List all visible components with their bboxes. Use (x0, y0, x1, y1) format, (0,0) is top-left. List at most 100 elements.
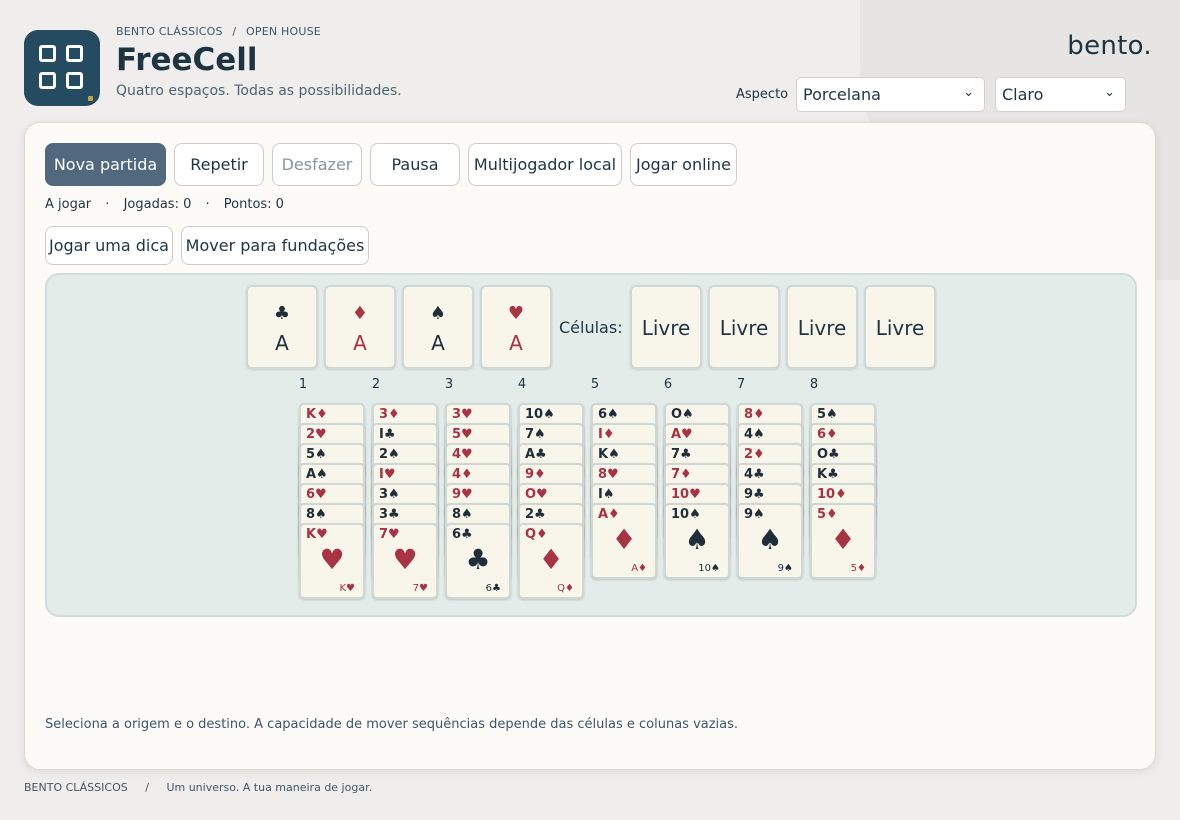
footer-brand: BENTO CLÁSSICOS (24, 781, 128, 794)
breadcrumb-item[interactable]: BENTO CLÁSSICOS (116, 25, 223, 38)
card-label: 9♦ (525, 467, 546, 482)
footer-separator: / (145, 781, 149, 794)
card-top[interactable]: A♦ ♦ A♦ (591, 503, 657, 579)
card-label: 7♣ (671, 447, 692, 462)
card-top[interactable]: 5♦ ♦ 5♦ (810, 503, 876, 579)
card-top[interactable]: Q♦ ♦ Q♦ (518, 523, 584, 599)
card-label: 6♦ (817, 427, 838, 442)
foundation-rank: A (431, 331, 445, 355)
status-separator: · (105, 197, 110, 212)
card-label: I♥ (379, 467, 396, 482)
card-label: A♥ (671, 427, 693, 442)
footer-tagline: Um universo. A tua maneira de jogar. (166, 781, 373, 794)
repeat-button[interactable]: Repetir (174, 143, 264, 186)
status-separator: · (205, 197, 210, 212)
card-label: 3♠ (379, 487, 400, 502)
foundation-slot[interactable]: ♦ A (324, 285, 396, 369)
free-cell-label: Livre (641, 316, 691, 340)
card-label: 9♠ (744, 507, 765, 522)
column-number: 4 (517, 377, 527, 392)
card-label: 8♦ (744, 407, 765, 422)
card-label: 10♠ (525, 407, 555, 422)
card-top[interactable]: 10♠ ♠ 10♠ (664, 503, 730, 579)
foundation-slot[interactable]: ♣ A (246, 285, 318, 369)
card-suit-icon: ♦ (611, 523, 637, 556)
page-subtitle: Quatro espaços. Todas as possibilidades. (116, 83, 402, 99)
card-label: 10♦ (817, 487, 847, 502)
game-table: Células: ♣ A ♦ A ♠ A ♥ A Livre Livre Livre Livre 1 2 3… (45, 273, 1137, 617)
card-label: 7♦ (671, 467, 692, 482)
cells-label: Células: (559, 318, 623, 337)
move-to-foundations-button[interactable]: Mover para fundações (181, 226, 369, 265)
breadcrumb-item[interactable]: OPEN HOUSE (246, 25, 321, 38)
card-label: 4♦ (452, 467, 473, 482)
foundation-rank: A (509, 331, 523, 355)
card-label-bottom: 7♥ (412, 583, 428, 594)
card-label: K♣ (817, 467, 839, 482)
free-cell[interactable]: Livre (708, 285, 780, 369)
foundation-suit: ♦ (351, 303, 369, 324)
foundation-slot[interactable]: ♠ A (402, 285, 474, 369)
theme-select-value: Porcelana (803, 85, 881, 104)
mode-select[interactable]: Claro ⌄ (995, 77, 1126, 112)
foundation-suit: ♥ (507, 303, 525, 324)
card-label: Q♦ (525, 527, 548, 542)
foundation-suit: ♠ (429, 303, 447, 324)
card-suit-icon: ♥ (392, 543, 418, 576)
card-suit-icon: ♥ (319, 543, 345, 576)
breadcrumb-separator: / (232, 25, 237, 38)
breadcrumb: BENTO CLÁSSICOS / OPEN HOUSE (116, 25, 327, 38)
card-top[interactable]: 6♣ ♣ 6♣ (445, 523, 511, 599)
card-label: 5♠ (306, 447, 327, 462)
card-label: 2♣ (525, 507, 546, 522)
card-label: 4♥ (452, 447, 473, 462)
local-multiplayer-button[interactable]: Multijogador local (468, 143, 622, 186)
card-label: 3♦ (379, 407, 400, 422)
card-label: K♠ (598, 447, 620, 462)
hint-button[interactable]: Jogar uma dica (45, 226, 173, 265)
card-label: 5♥ (452, 427, 473, 442)
brand-logo: bento. (1067, 31, 1152, 61)
card-label: 8♥ (598, 467, 619, 482)
free-cell[interactable]: Livre (864, 285, 936, 369)
card-label: 6♠ (598, 407, 619, 422)
points-counter: Pontos: 0 (223, 197, 284, 212)
card-label-bottom: Q♦ (557, 583, 574, 594)
card-label: O♠ (671, 407, 694, 422)
free-cell[interactable]: Livre (786, 285, 858, 369)
card-label: 2♠ (379, 447, 400, 462)
column-number: 7 (736, 377, 746, 392)
card-label: 2♥ (306, 427, 327, 442)
card-label: 6♥ (306, 487, 327, 502)
column-number: 1 (298, 377, 308, 392)
card-label: 8♠ (452, 507, 473, 522)
foundation-rank: A (353, 331, 367, 355)
status-state: A jogar (45, 197, 92, 212)
column-number: 8 (809, 377, 819, 392)
footer: BENTO CLÁSSICOS / Um universo. A tua man… (24, 781, 372, 794)
new-game-button[interactable]: Nova partida (45, 143, 166, 186)
undo-button[interactable]: Desfazer (272, 143, 362, 186)
card-label-bottom: A♦ (631, 563, 647, 574)
card-label: 10♠ (671, 507, 701, 522)
card-top[interactable]: K♥ ♥ K♥ (299, 523, 365, 599)
card-label: 3♥ (452, 407, 473, 422)
card-label: A♣ (525, 447, 547, 462)
card-top[interactable]: 9♠ ♠ 9♠ (737, 503, 803, 579)
card-label-bottom: 10♠ (698, 563, 720, 574)
chevron-down-icon: ⌄ (963, 85, 974, 100)
card-label: K♦ (306, 407, 328, 422)
theme-select[interactable]: Porcelana ⌄ (796, 77, 985, 112)
aspect-label: Aspecto (736, 87, 789, 102)
column-number: 5 (590, 377, 600, 392)
foundation-slot[interactable]: ♥ A (480, 285, 552, 369)
card-label: 2♦ (744, 447, 765, 462)
card-top[interactable]: 7♥ ♥ 7♥ (372, 523, 438, 599)
play-online-button[interactable]: Jogar online (630, 143, 737, 186)
column-number: 3 (444, 377, 454, 392)
grid-app-icon (24, 30, 100, 106)
free-cell[interactable]: Livre (630, 285, 702, 369)
card-label: 5♦ (817, 507, 838, 522)
pause-button[interactable]: Pausa (370, 143, 460, 186)
card-label: 8♠ (306, 507, 327, 522)
